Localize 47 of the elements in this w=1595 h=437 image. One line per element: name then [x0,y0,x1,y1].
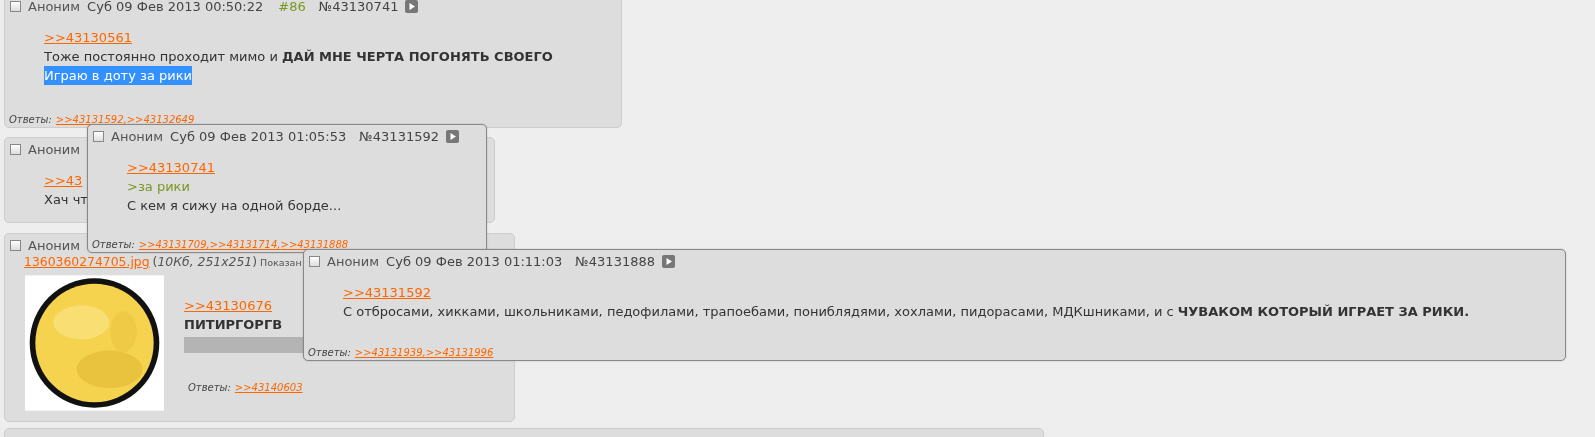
checkbox[interactable] [93,131,104,142]
play-icon[interactable] [446,130,459,143]
reply-link[interactable]: >>43131709, [138,239,210,250]
poster-name: Аноним [111,129,164,144]
post-date: Суб 09 Фев 2013 00:50:22 [87,0,264,14]
checkbox[interactable] [309,256,320,267]
poster-name: Аноним [28,142,81,157]
post-text: С отбросами, хикками, школьниками, педофилами, трапоебами, пониблядями, хохлами, пидорасами, МДКшниками, и с ЧУВАКОМ КОТОРЫЙ ИГРАЕТ ЗА РИКИ. [343,303,1470,321]
reply-link[interactable]: >>43131714, [209,239,281,250]
replies-label: Ответы: [308,347,351,358]
post-number[interactable]: №43130741 [318,0,399,14]
checkbox[interactable] [10,144,21,155]
reply-link[interactable]: >>43131996 [425,347,494,358]
post-number[interactable]: №43131888 [575,254,655,269]
play-icon[interactable] [662,255,675,268]
post-date: Суб 09 Фев 2013 01:05:53 [170,129,347,144]
reply-link[interactable]: >>43131939, [354,347,426,358]
file-link[interactable]: 1360360274705.jpg [24,254,150,269]
checkbox[interactable] [10,240,21,251]
selected-text: Играю в доту за рики [44,66,192,85]
poster-name: Аноним [28,238,81,253]
post-index: #86 [278,0,306,14]
checkbox[interactable] [10,1,21,12]
play-icon[interactable] [405,0,419,13]
post-number[interactable]: №43131592 [359,129,439,144]
reply-link[interactable]: >>43131888 [280,239,349,250]
reply-link[interactable]: >>43130676 [184,296,272,315]
reply-link[interactable]: >>43132649 [126,114,195,125]
file-info: (10Кб, 251x251) [152,254,257,269]
replies-label: Ответы: [9,114,52,125]
reply-link[interactable]: >>43140603 [234,378,303,397]
post-text: Тоже постоянно проходит мимо и ДАЙ МНЕ ЧЕРТА ПОГОНЯТЬ СВОЕГО [44,48,553,66]
reply-link[interactable]: >>43130741 [127,158,215,177]
reply-link[interactable]: >>43131592, [55,114,127,125]
post-date: Суб 09 Фев 2013 01:11:03 [386,254,563,269]
poster-name: Аноним [28,0,81,14]
file-note: Показан [260,257,302,268]
post-text: Хач чт [44,191,88,209]
poster-name: Аноним [327,254,380,269]
replies-label: Ответы: [92,239,135,250]
replies-label: Ответы: [188,381,231,395]
quote-text: >за рики [127,178,190,196]
reply-link[interactable]: >>43 [44,171,83,190]
reply-link[interactable]: >>43131592 [343,283,431,302]
post-text: ПИТИРГОРГВ [184,316,283,334]
post-text: С кем я сижу на одной борде... [127,197,342,215]
reply-link[interactable]: >>43130561 [44,28,132,47]
